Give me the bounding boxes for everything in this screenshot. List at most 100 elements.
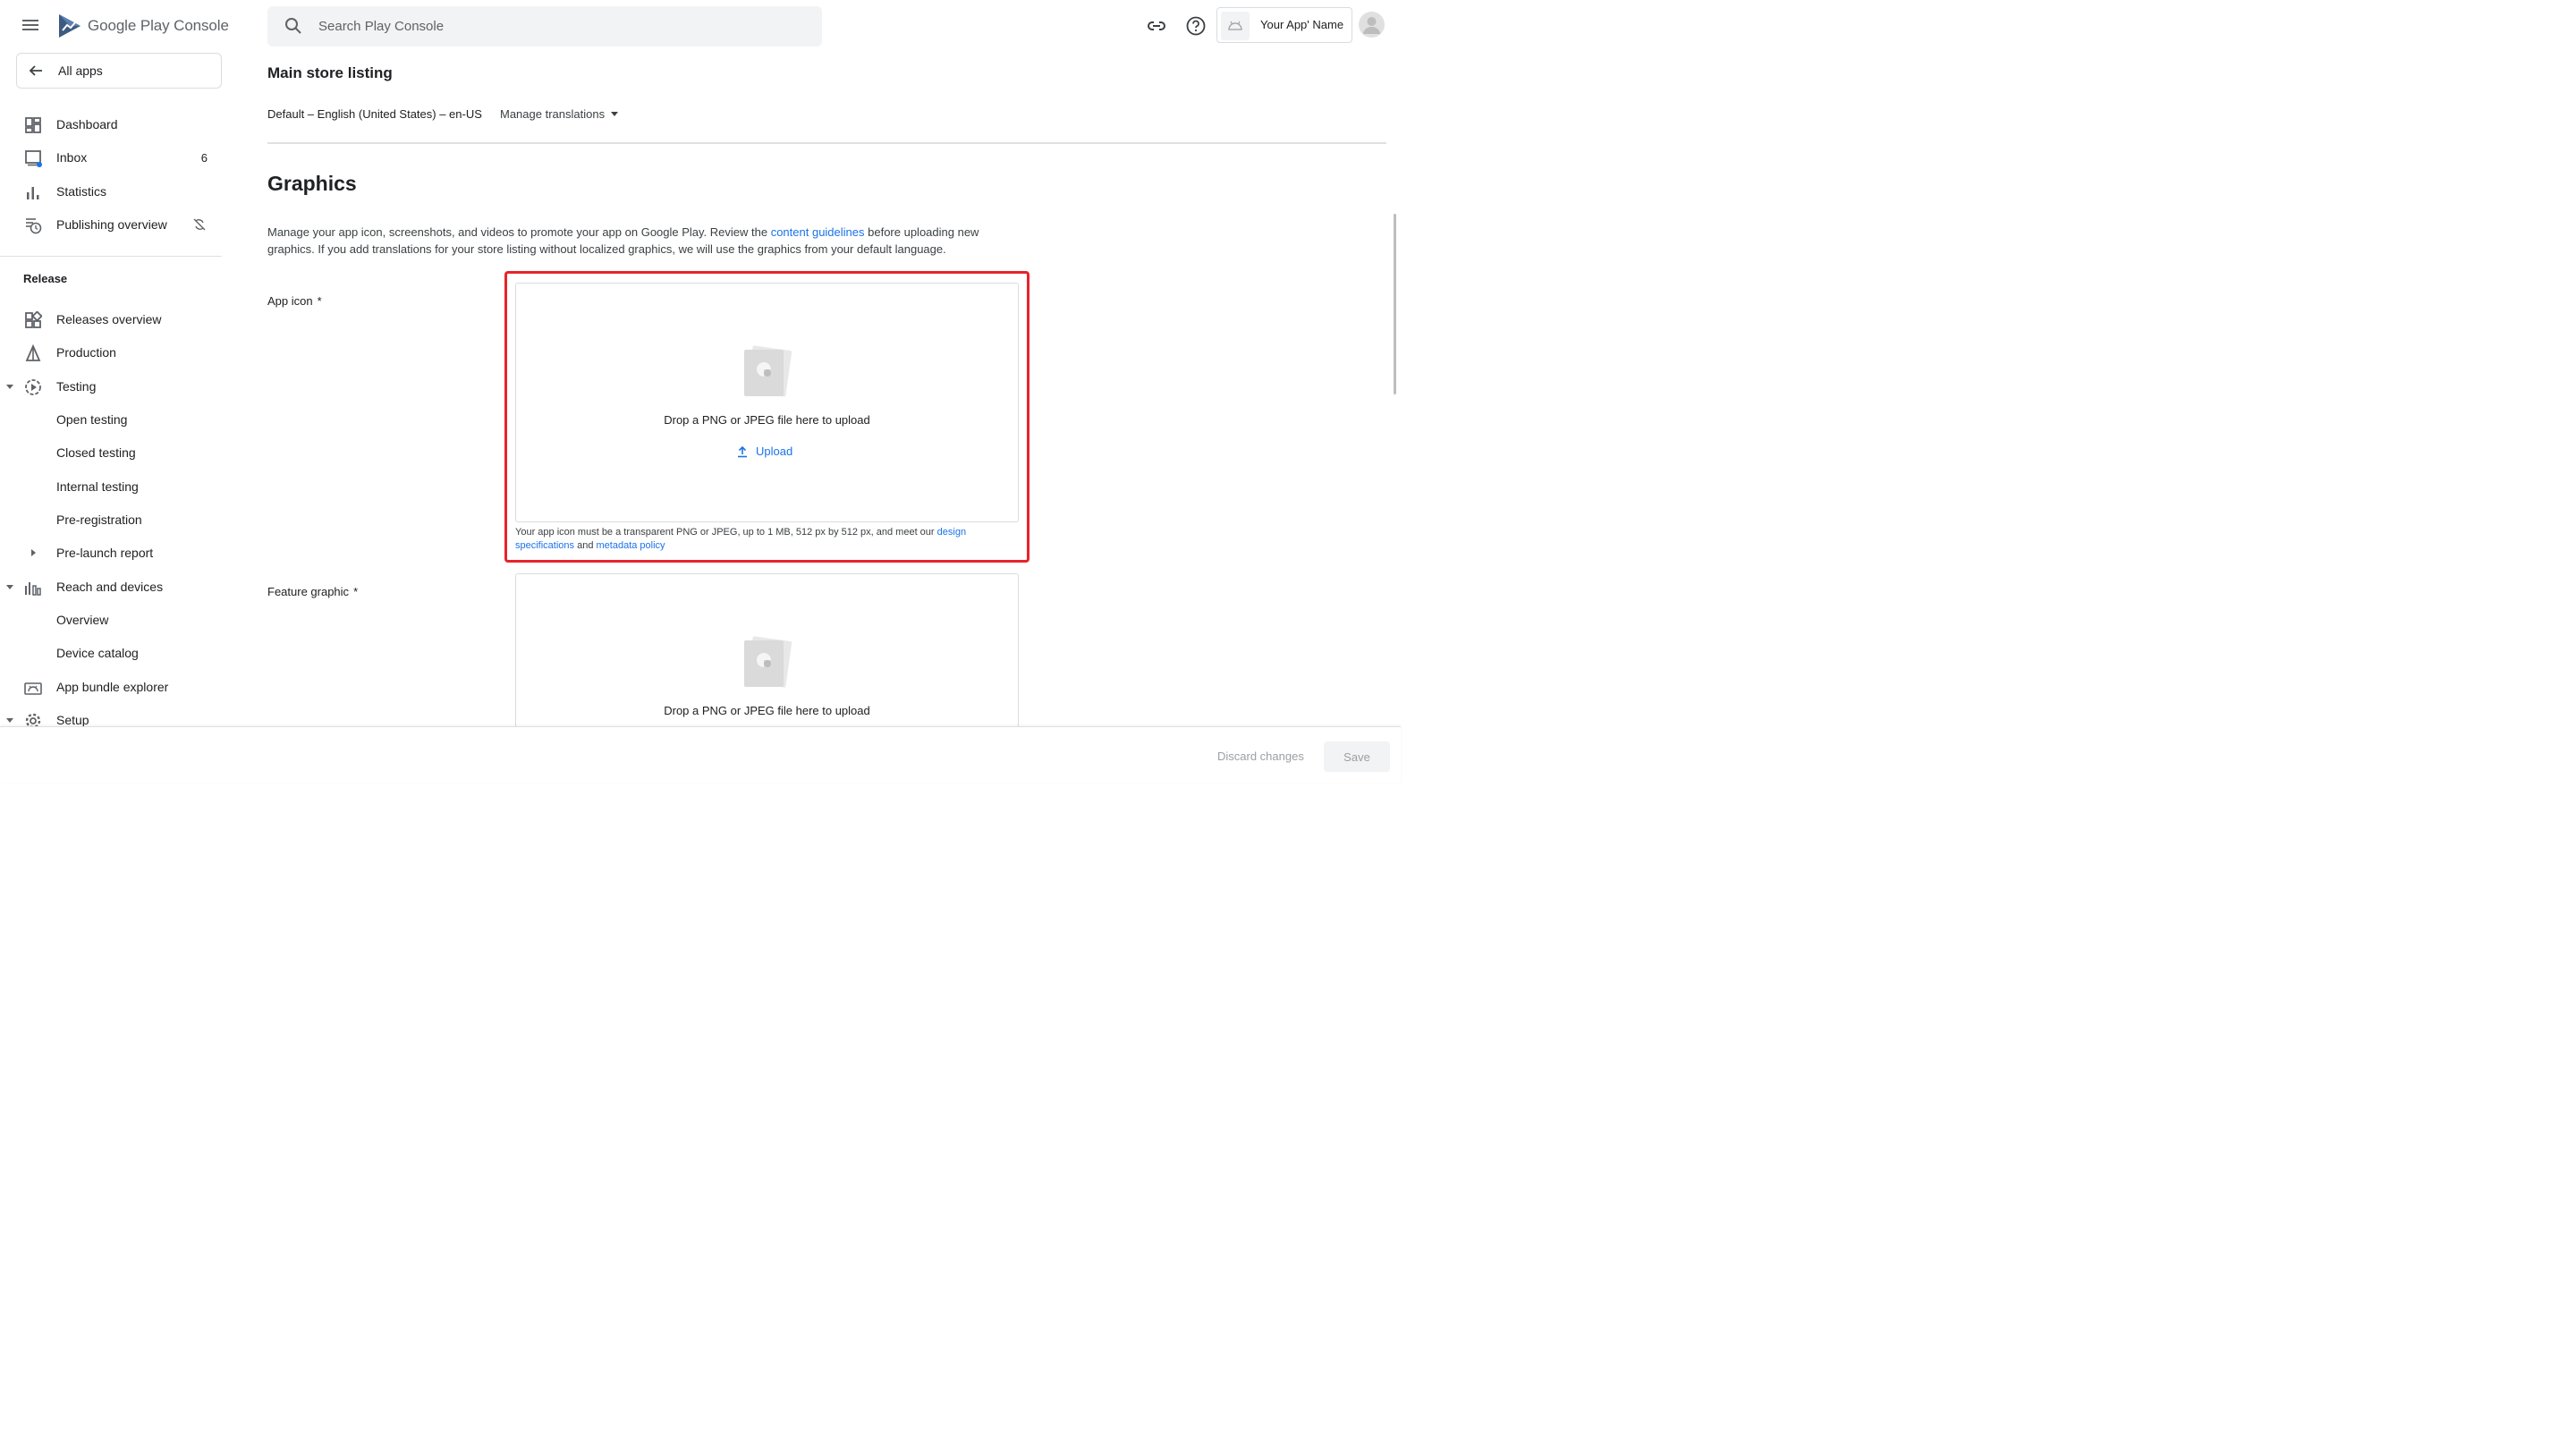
- sidebar-item-label: Testing: [56, 379, 97, 394]
- sidebar-item-closed-testing[interactable]: Closed testing: [0, 436, 222, 469]
- description-text: Manage your app icon, screenshots, and v…: [267, 225, 771, 239]
- sidebar-item-dashboard[interactable]: Dashboard: [0, 108, 222, 140]
- sidebar-item-device-catalog[interactable]: Device catalog: [0, 637, 222, 669]
- image-placeholder-icon: [744, 345, 792, 397]
- play-console-logo[interactable]: Google Play Console: [57, 13, 229, 39]
- hint-text: Your app icon must be a transparent PNG …: [515, 527, 937, 538]
- sidebar: Google Play Console All apps Dashboard I…: [0, 0, 229, 726]
- chevron-down-icon[interactable]: [5, 716, 14, 724]
- sidebar-item-label: App bundle explorer: [56, 680, 169, 694]
- avatar[interactable]: [1359, 12, 1385, 38]
- releases-overview-icon: [25, 311, 42, 328]
- help-icon[interactable]: [1185, 15, 1207, 37]
- feature-graphic-label-text: Feature graphic: [267, 585, 350, 598]
- manage-translations-dropdown[interactable]: Manage translations: [500, 107, 619, 121]
- search-bar[interactable]: [267, 6, 822, 47]
- sidebar-item-statistics[interactable]: Statistics: [0, 175, 222, 208]
- content-guidelines-link[interactable]: content guidelines: [771, 225, 865, 239]
- testing-icon: [25, 379, 41, 395]
- sidebar-divider: [0, 256, 222, 257]
- gear-icon: [25, 713, 41, 726]
- sidebar-item-label: Reach and devices: [56, 580, 164, 594]
- chevron-down-icon[interactable]: [5, 582, 14, 591]
- app-thumbnail: [1221, 12, 1250, 40]
- inbox-icon: [25, 150, 42, 167]
- feature-graphic-label: Feature graphic *: [267, 585, 358, 598]
- android-icon: [1228, 21, 1242, 30]
- content-divider: [267, 142, 1386, 144]
- sidebar-item-label: Statistics: [56, 184, 107, 199]
- sidebar-item-releases-overview[interactable]: Releases overview: [0, 303, 222, 335]
- default-language: Default – English (United States) – en-U…: [267, 107, 482, 121]
- sidebar-item-label: Pre-launch report: [56, 546, 154, 560]
- inbox-count-badge: 6: [200, 150, 208, 165]
- link-icon[interactable]: [1146, 15, 1167, 37]
- discard-changes-button[interactable]: Discard changes: [1217, 750, 1304, 763]
- sidebar-item-testing[interactable]: Testing: [0, 370, 222, 402]
- action-bar: Discard changes Save: [0, 726, 1401, 783]
- sidebar-item-label: Overview: [56, 613, 109, 627]
- account-icon: [1363, 17, 1380, 34]
- sidebar-item-pre-registration[interactable]: Pre-registration: [0, 504, 222, 536]
- logo-text: Google Play Console: [88, 17, 229, 34]
- sidebar-item-internal-testing[interactable]: Internal testing: [0, 470, 222, 503]
- feature-graphic-drop-text: Drop a PNG or JPEG file here to upload: [664, 704, 870, 717]
- app-icon-label-text: App icon: [267, 294, 313, 308]
- sidebar-item-label: Open testing: [56, 412, 128, 427]
- search-icon: [285, 18, 301, 34]
- sidebar-item-label: Pre-registration: [56, 512, 142, 527]
- sidebar-item-pre-launch-report[interactable]: Pre-launch report: [0, 537, 222, 569]
- upload-label: Upload: [756, 445, 793, 458]
- sidebar-item-production[interactable]: Production: [0, 336, 222, 368]
- image-placeholder-icon: [744, 636, 792, 688]
- play-console-logo-icon: [59, 14, 80, 38]
- dashboard-icon: [25, 117, 41, 133]
- sidebar-item-publishing-overview[interactable]: Publishing overview: [0, 208, 222, 241]
- sidebar-item-setup[interactable]: Setup: [0, 704, 222, 726]
- app-name: Your App' Name: [1260, 18, 1344, 31]
- sidebar-item-label: Publishing overview: [56, 217, 167, 232]
- bar-chart-icon: [27, 187, 39, 199]
- all-apps-button[interactable]: All apps: [16, 53, 222, 89]
- sidebar-item-label: Inbox: [56, 150, 88, 165]
- dropdown-arrow-icon: [611, 112, 619, 116]
- app-icon-hint: Your app icon must be a transparent PNG …: [515, 526, 1016, 553]
- all-apps-label: All apps: [58, 64, 103, 78]
- sidebar-item-label: Production: [56, 345, 116, 360]
- sidebar-item-overview[interactable]: Overview: [0, 604, 222, 636]
- app-bundle-icon: [24, 682, 42, 695]
- sidebar-item-open-testing[interactable]: Open testing: [0, 403, 222, 436]
- app-icon-dropzone[interactable]: Drop a PNG or JPEG file here to upload U…: [515, 283, 1019, 522]
- app-icon-label: App icon *: [267, 294, 322, 308]
- app-icon-drop-text: Drop a PNG or JPEG file here to upload: [664, 413, 870, 427]
- upload-icon: [738, 445, 747, 457]
- page-title: Main store listing: [267, 64, 393, 81]
- sidebar-item-label: Internal testing: [56, 479, 139, 494]
- sidebar-item-label: Device catalog: [56, 646, 139, 660]
- required-marker: *: [353, 585, 359, 598]
- search-input[interactable]: [318, 15, 801, 37]
- graphics-description: Manage your app icon, screenshots, and v…: [267, 224, 1010, 258]
- manage-translations-label: Manage translations: [500, 107, 606, 121]
- sidebar-item-label: Setup: [56, 713, 89, 726]
- hint-text: and: [574, 540, 597, 551]
- chevron-right-icon[interactable]: [30, 548, 37, 557]
- sidebar-item-reach-and-devices[interactable]: Reach and devices: [0, 571, 222, 603]
- release-section-title: Release: [23, 272, 68, 285]
- save-button[interactable]: Save: [1324, 741, 1390, 772]
- sidebar-item-app-bundle-explorer[interactable]: App bundle explorer: [0, 671, 222, 703]
- sidebar-item-inbox[interactable]: Inbox 6: [0, 141, 222, 174]
- metadata-policy-link[interactable]: metadata policy: [597, 540, 665, 551]
- sidebar-item-label: Dashboard: [56, 117, 118, 131]
- app-switcher[interactable]: Your App' Name: [1216, 7, 1352, 43]
- upload-button[interactable]: Upload: [736, 445, 792, 458]
- required-marker: *: [317, 294, 322, 308]
- chevron-down-icon[interactable]: [5, 382, 14, 391]
- publishing-overview-icon: [26, 218, 42, 234]
- graphics-section-title: Graphics: [267, 172, 357, 195]
- hamburger-menu-icon[interactable]: [22, 17, 44, 35]
- feature-graphic-dropzone[interactable]: Drop a PNG or JPEG file here to upload: [515, 573, 1019, 734]
- arrow-back-icon: [29, 65, 42, 76]
- scrollbar-thumb[interactable]: [1394, 214, 1396, 394]
- sync-disabled-icon: [193, 218, 206, 231]
